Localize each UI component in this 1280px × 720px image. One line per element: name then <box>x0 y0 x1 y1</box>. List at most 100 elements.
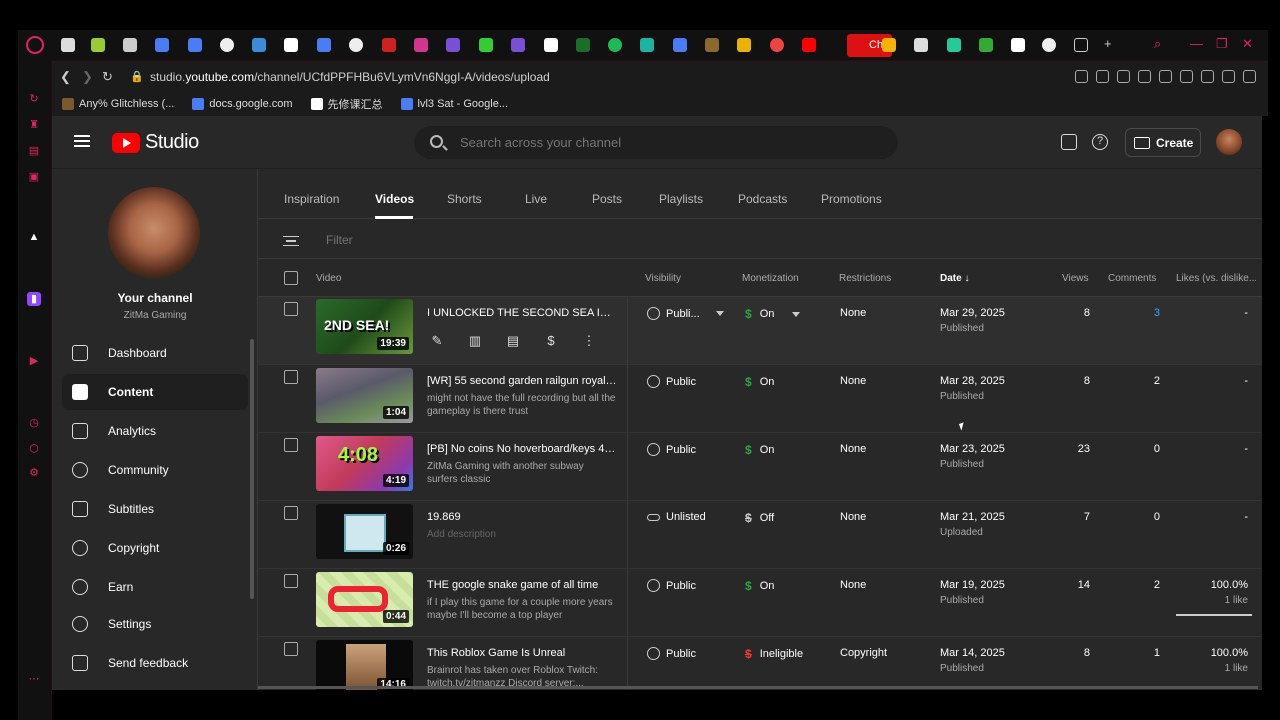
table-row[interactable]: 1:04 [WR] 55 second garden railgun royal… <box>258 365 1262 433</box>
download-icon[interactable] <box>1222 70 1235 83</box>
cube-icon[interactable] <box>1180 70 1193 83</box>
tab-favicon-icon[interactable] <box>1042 38 1056 52</box>
row-checkbox[interactable] <box>284 574 298 588</box>
nav-analytics[interactable]: Analytics <box>62 413 248 449</box>
visibility-status[interactable]: Public <box>647 443 696 456</box>
more-icon[interactable]: ⋯ <box>27 672 41 686</box>
create-button[interactable]: Create <box>1125 128 1201 157</box>
video-title[interactable]: THE google snake game of all time <box>427 579 617 591</box>
tab-favicon-icon[interactable] <box>947 38 961 52</box>
sidebar-app-icon[interactable]: ▶ <box>27 354 41 368</box>
monetization-status[interactable]: $ Ineligible <box>745 647 803 661</box>
column-comments[interactable]: Comments <box>1108 273 1156 284</box>
refresh-icon[interactable]: ↻ <box>27 92 41 106</box>
tab-favicon-icon[interactable] <box>770 38 784 52</box>
bookmark[interactable]: Any% Glitchless (... <box>62 98 174 110</box>
comments-icon[interactable]: ▤ <box>505 333 521 349</box>
maximize-icon[interactable]: ❐ <box>1216 36 1228 52</box>
monetization-dollar-icon[interactable]: $ <box>543 333 559 349</box>
video-thumbnail[interactable]: 1:04 <box>316 368 413 423</box>
edit-icon[interactable] <box>1075 70 1088 83</box>
filter-icon[interactable] <box>283 236 299 246</box>
send-icon[interactable] <box>1138 70 1151 83</box>
horizontal-scrollbar[interactable] <box>258 686 1258 689</box>
tab-favicon-icon[interactable] <box>188 38 202 52</box>
nav-subtitles[interactable]: Subtitles <box>62 491 248 527</box>
monetization-status[interactable]: $ On <box>745 579 774 593</box>
search-input[interactable] <box>460 135 860 150</box>
row-checkbox[interactable] <box>284 506 298 520</box>
tab-live[interactable]: Live <box>525 192 547 206</box>
column-likes[interactable]: Likes (vs. dislike... <box>1176 273 1256 284</box>
table-row[interactable]: 4:08 4:19 [PB] No coins No hoverboard/ke… <box>258 433 1262 501</box>
tab-favicon-icon[interactable] <box>979 38 993 52</box>
tab-inspiration[interactable]: Inspiration <box>284 192 339 206</box>
video-title[interactable]: 19.869 <box>427 511 617 523</box>
row-checkbox[interactable] <box>284 438 298 452</box>
filter-input[interactable] <box>326 233 526 247</box>
tab-favicon-icon[interactable] <box>640 38 654 52</box>
tab-favicon-icon[interactable] <box>382 38 396 52</box>
visibility-status[interactable]: Public <box>647 579 696 592</box>
tab-favicon-icon[interactable] <box>802 38 816 52</box>
visibility-status[interactable]: Public <box>647 647 696 660</box>
analytics-bar-icon[interactable]: ▥ <box>467 333 483 349</box>
video-title[interactable]: I UNLOCKED THE SECOND SEA IN RO... <box>427 307 617 319</box>
restrictions-value[interactable]: Copyright <box>840 647 887 659</box>
monetization-status[interactable]: $ On <box>745 443 774 457</box>
tab-favicon-icon[interactable] <box>705 38 719 52</box>
menu-icon[interactable] <box>1243 70 1256 83</box>
nav-content[interactable]: Content <box>62 374 248 410</box>
column-visibility[interactable]: Visibility <box>645 273 681 284</box>
studio-logo[interactable]: Studio <box>112 131 199 154</box>
tab-favicon-icon[interactable] <box>914 38 928 52</box>
bookmark[interactable]: lvl3 Sat - Google... <box>400 98 508 110</box>
tab-podcasts[interactable]: Podcasts <box>738 192 787 206</box>
video-thumbnail[interactable]: 0:26 <box>316 504 413 559</box>
tab-favicon-icon[interactable] <box>737 38 751 52</box>
tab-playlists[interactable]: Playlists <box>659 192 703 206</box>
tab-favicon-icon[interactable] <box>349 38 363 52</box>
nav-earn[interactable]: Earn <box>62 569 248 605</box>
sidebar-app-icon[interactable]: ▤ <box>27 144 41 158</box>
back-icon[interactable]: ❮ <box>60 69 71 85</box>
tab-favicon-icon[interactable] <box>608 38 622 52</box>
tab-favicon-icon[interactable] <box>882 38 896 52</box>
tab-posts[interactable]: Posts <box>592 192 622 206</box>
close-icon[interactable]: ✕ <box>1242 36 1253 52</box>
monetization-dropdown[interactable]: $ On <box>745 307 801 321</box>
help-icon[interactable]: ? <box>1092 134 1108 150</box>
select-all-checkbox[interactable] <box>284 271 298 285</box>
tab-grid-icon[interactable] <box>1074 38 1088 52</box>
tab-favicon-icon[interactable] <box>252 38 266 52</box>
tab-favicon-icon[interactable] <box>479 38 493 52</box>
nav-community[interactable]: Community <box>62 452 248 488</box>
nav-settings[interactable]: Settings <box>62 606 248 642</box>
tab-videos[interactable]: Videos <box>375 192 414 206</box>
sidebar-app-icon[interactable]: ⬡ <box>27 442 41 456</box>
tab-favicon-icon[interactable] <box>673 38 687 52</box>
visibility-dropdown[interactable]: Publi... <box>647 307 724 320</box>
shield-icon[interactable] <box>1117 70 1130 83</box>
sidebar-app-icon[interactable]: ▣ <box>27 170 41 184</box>
search-tabs-icon[interactable]: ⌕ <box>1154 36 1161 52</box>
tab-favicon-icon[interactable] <box>446 38 460 52</box>
tab-favicon-icon[interactable] <box>1011 38 1025 52</box>
video-title[interactable]: [PB] No coins No hoverboard/keys 4:0... <box>427 443 617 455</box>
tab-favicon-icon[interactable] <box>414 38 428 52</box>
row-checkbox[interactable] <box>284 370 298 384</box>
video-title[interactable]: [WR] 55 second garden railgun royale |..… <box>427 375 617 387</box>
sidebar-app-icon[interactable]: ▲ <box>27 230 41 244</box>
account-icon[interactable] <box>1201 70 1214 83</box>
nav-copyright[interactable]: Copyright <box>62 530 248 566</box>
opera-logo-icon[interactable] <box>26 36 44 54</box>
column-monetization[interactable]: Monetization <box>742 273 799 284</box>
left-nav-scrollbar[interactable] <box>250 339 254 599</box>
url-field[interactable]: studio.youtube.com/channel/UCfdPPFHBu6VL… <box>150 70 550 84</box>
table-row[interactable]: 2ND SEA! 19:39 I UNLOCKED THE SECOND SEA… <box>258 297 1262 365</box>
video-thumbnail[interactable]: 0:44 <box>316 572 413 627</box>
visibility-status[interactable]: Unlisted <box>647 511 706 523</box>
column-date-sorted[interactable]: Date ↓ <box>940 273 969 284</box>
tab-shorts[interactable]: Shorts <box>447 192 482 206</box>
tab-favicon-icon[interactable] <box>544 38 558 52</box>
